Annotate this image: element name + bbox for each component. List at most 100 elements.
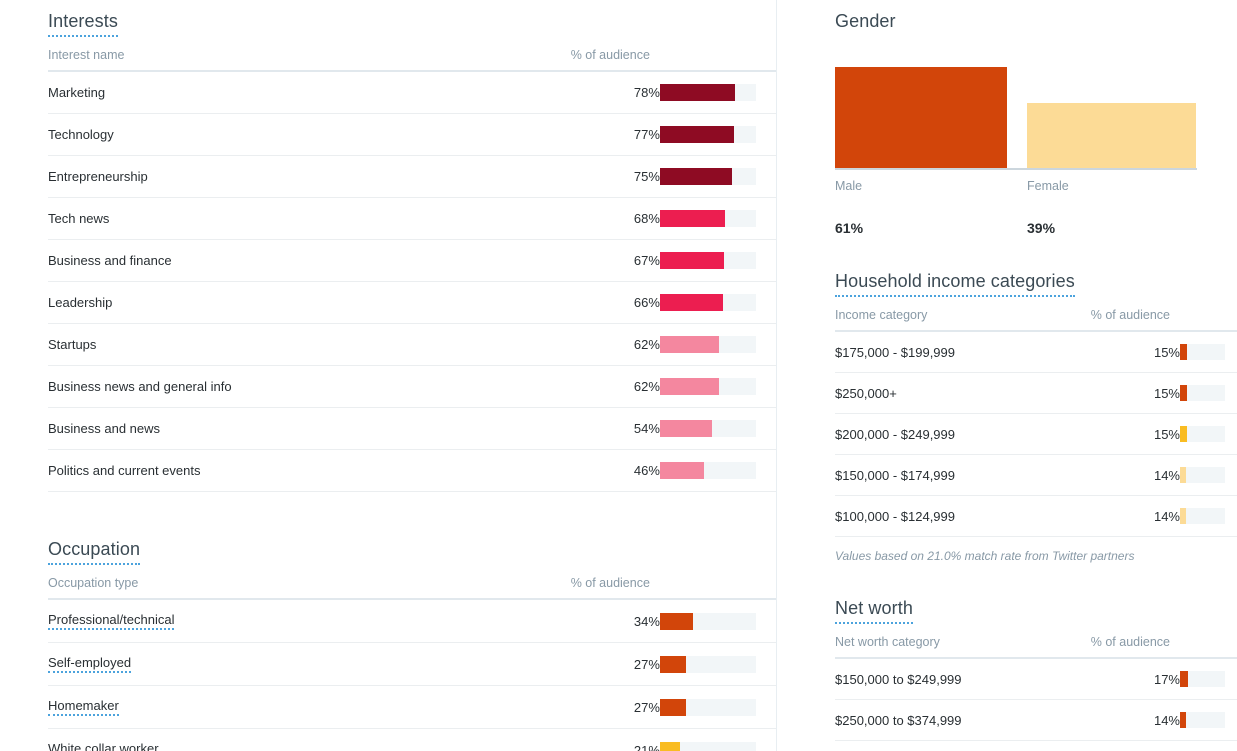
row-percent: 27% xyxy=(543,642,660,686)
net-worth-col-name: Net worth category xyxy=(835,624,1090,659)
row-percent: 14% xyxy=(1090,699,1180,741)
household-income-body: $175,000 - $199,999 15% $250,000+ 15% $200,0… xyxy=(835,331,1237,537)
bar-fill xyxy=(659,210,726,227)
row-percent: 66% xyxy=(543,281,660,324)
household-income-title[interactable]: Household income categories xyxy=(835,270,1075,297)
table-row: Entrepreneurship 75% xyxy=(48,155,776,198)
interests-col-pct: % of audience xyxy=(543,37,660,72)
row-percent: 62% xyxy=(543,365,660,408)
row-bar-cell xyxy=(659,365,776,408)
row-label-link[interactable]: White collar worker xyxy=(48,741,159,751)
bar-fill xyxy=(659,336,720,353)
bar-track xyxy=(659,336,756,353)
row-label: Technology xyxy=(48,113,544,156)
row-label: $1,000,000+ xyxy=(835,740,1090,751)
household-income-footnote: Values based on 21.0% match rate from Tw… xyxy=(835,549,1135,563)
right-spacer-2 xyxy=(835,563,1237,597)
table-row: Technology 77% xyxy=(48,113,776,156)
occupation-title[interactable]: Occupation xyxy=(48,538,141,565)
row-label: Leadership xyxy=(48,281,544,324)
table-row: Business and news 54% xyxy=(48,407,776,450)
row-label: Homemaker xyxy=(48,685,544,729)
bar-fill xyxy=(1180,712,1187,728)
audience-insights-page: Interests Interest name % of audience Ma… xyxy=(0,0,1237,751)
household-income-col-name: Income category xyxy=(835,297,1090,332)
gender-title: Gender xyxy=(835,11,896,31)
gender-chart xyxy=(835,59,1197,170)
bar-track xyxy=(1180,712,1225,728)
table-row: Self-employed 27% xyxy=(48,642,776,686)
net-worth-col-pct: % of audience xyxy=(1090,624,1180,659)
row-percent: 78% xyxy=(543,71,660,114)
row-percent: 21% xyxy=(543,728,660,751)
row-label: $250,000 to $374,999 xyxy=(835,699,1090,741)
bar-track xyxy=(659,294,756,311)
row-bar-cell xyxy=(659,642,776,686)
row-label-link[interactable]: Self-employed xyxy=(48,655,132,673)
table-row: $250,000 to $374,999 14% xyxy=(835,699,1237,741)
row-bar-cell xyxy=(1180,331,1237,373)
net-worth-title[interactable]: Net worth xyxy=(835,597,913,624)
bar-fill xyxy=(1180,344,1187,360)
table-row: White collar worker 21% xyxy=(48,728,776,751)
row-bar-cell xyxy=(1180,413,1237,455)
row-label: White collar worker xyxy=(48,728,544,751)
bar-fill xyxy=(659,252,725,269)
household-income-header-row: Income category % of audience xyxy=(835,297,1237,332)
row-bar-cell xyxy=(659,281,776,324)
gender-labels: Male Female xyxy=(835,179,1197,193)
bar-track xyxy=(1180,467,1225,483)
interests-col-name: Interest name xyxy=(48,37,544,72)
bar-fill xyxy=(659,462,705,479)
bar-fill xyxy=(659,84,735,101)
row-label-link[interactable]: Professional/technical xyxy=(48,612,175,630)
table-row: Business news and general info 62% xyxy=(48,365,776,408)
household-income-col-pct: % of audience xyxy=(1090,297,1180,332)
table-row: $175,000 - $199,999 15% xyxy=(835,331,1237,373)
occupation-section: Occupation Occupation type % of audience… xyxy=(48,538,776,751)
row-label: Politics and current events xyxy=(48,449,544,492)
row-percent: 46% xyxy=(543,449,660,492)
bar-track xyxy=(1180,508,1225,524)
occupation-col-pct: % of audience xyxy=(543,565,660,600)
interests-title[interactable]: Interests xyxy=(48,10,118,37)
household-income-table: Income category % of audience $175,000 -… xyxy=(835,297,1237,537)
row-percent: 75% xyxy=(543,155,660,198)
row-label: Business and finance xyxy=(48,239,544,282)
table-row: $200,000 - $249,999 15% xyxy=(835,413,1237,455)
row-label: Business news and general info xyxy=(48,365,544,408)
left-column: Interests Interest name % of audience Ma… xyxy=(0,0,776,751)
row-label: $250,000+ xyxy=(835,372,1090,414)
interests-header-row: Interest name % of audience xyxy=(48,37,776,72)
household-income-col-bar xyxy=(1180,297,1237,332)
bar-track xyxy=(1180,426,1225,442)
bar-track xyxy=(659,462,756,479)
bar-track xyxy=(659,420,756,437)
bar-fill xyxy=(1180,426,1187,442)
row-bar-cell xyxy=(659,685,776,729)
table-row: $1,000,000+10% xyxy=(835,740,1237,751)
row-bar-cell xyxy=(1180,495,1237,537)
row-label-link[interactable]: Homemaker xyxy=(48,698,119,716)
gender-section: Gender Male Female 61% 39% xyxy=(835,0,1237,236)
table-row: Homemaker 27% xyxy=(48,685,776,729)
table-row: Professional/technical 34% xyxy=(48,599,776,643)
table-row: Politics and current events 46% xyxy=(48,449,776,492)
table-row: Leadership 66% xyxy=(48,281,776,324)
bar-fill xyxy=(1180,385,1187,401)
net-worth-header-row: Net worth category % of audience xyxy=(835,624,1237,659)
row-bar-cell xyxy=(1180,658,1237,700)
net-worth-table: Net worth category % of audience $150,00… xyxy=(835,624,1237,751)
row-percent: 15% xyxy=(1090,372,1180,414)
bar-track xyxy=(659,612,756,630)
row-percent: 27% xyxy=(543,685,660,729)
row-label: Startups xyxy=(48,323,544,366)
interests-table: Interest name % of audience Marketing 78%… xyxy=(48,37,776,492)
row-bar-cell xyxy=(1180,740,1237,751)
interests-col-bar xyxy=(659,37,776,72)
bar-track xyxy=(659,210,756,227)
bar-fill xyxy=(1180,508,1187,524)
occupation-body: Professional/technical 34% Self-employed 27… xyxy=(48,599,776,751)
row-label: $150,000 - $174,999 xyxy=(835,454,1090,496)
row-percent: 14% xyxy=(1090,454,1180,496)
